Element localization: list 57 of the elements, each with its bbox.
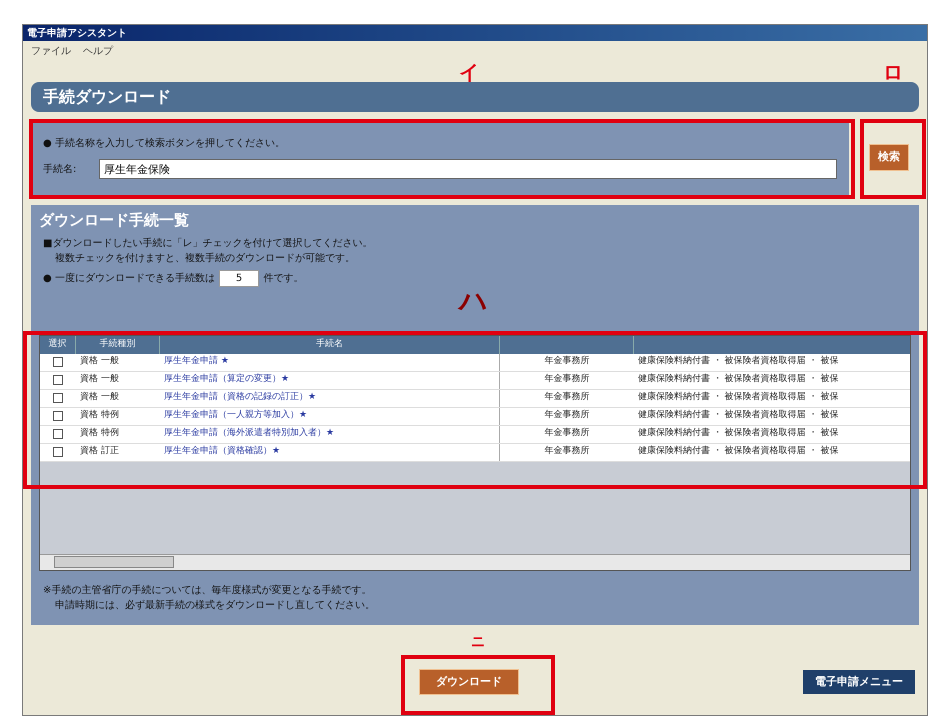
menu-button[interactable]: 電子申請メニュー xyxy=(803,670,915,694)
annotation-label: ロ xyxy=(883,62,903,82)
table-cell-text: 年金事務所 xyxy=(544,445,590,458)
checkbox[interactable] xyxy=(53,393,63,403)
column-header[interactable]: 選択 xyxy=(48,338,66,352)
checkbox[interactable] xyxy=(53,447,63,457)
table-cell: 健康保険料納付書 ・ 被保険者資格取得届 ・ 被保 xyxy=(638,410,838,420)
annotation-label: イ xyxy=(459,62,479,82)
checkbox[interactable] xyxy=(53,411,63,421)
checkbox[interactable] xyxy=(53,375,63,385)
footer-note: ※手続の主管省庁の手続については、毎年度様式が変更となる手続です。 xyxy=(43,584,372,598)
procedure-link[interactable]: 厚生年金申請（一人親方等加入）★ xyxy=(164,409,308,423)
column-header[interactable]: 手続名 xyxy=(316,338,343,352)
horizontal-scrollbar[interactable] xyxy=(40,554,910,570)
footer-note: 申請時期には、必ず最新手続の様式をダウンロードし直してください。 xyxy=(54,598,376,612)
limit-text: 件です。 xyxy=(263,272,304,286)
annotation-label: ハ xyxy=(459,287,488,315)
column-header[interactable]: 手続種別 xyxy=(100,338,136,352)
table-cell-text: 年金事務所 xyxy=(544,391,590,404)
limit-text: ● 一度にダウンロードできる手続数は xyxy=(43,272,215,286)
procedure-link[interactable]: 厚生年金申請（海外派遣者特別加入者）★ xyxy=(164,427,334,441)
download-button[interactable]: ダウンロード xyxy=(419,668,519,696)
table-cell-text: 年金事務所 xyxy=(544,427,590,440)
checkbox[interactable] xyxy=(53,429,63,439)
scroll-thumb[interactable] xyxy=(54,556,174,568)
procedure-link[interactable]: 厚生年金申請 ★ xyxy=(164,355,229,369)
menu-item[interactable]: ヘルプ xyxy=(83,44,113,58)
search-button[interactable]: 検索 xyxy=(869,144,909,171)
note-text: 複数チェックを付けますと、複数手続のダウンロードが可能です。 xyxy=(54,252,356,266)
section-title: ダウンロード手続一覧 xyxy=(39,210,190,231)
table-cell: 健康保険料納付書 ・ 被保険者資格取得届 ・ 被保 xyxy=(638,392,838,402)
field-label: 手続名: xyxy=(43,162,78,176)
table-cell: 健康保険料納付書 ・ 被保険者資格取得届 ・ 被保 xyxy=(638,374,838,384)
procedure-link[interactable]: 厚生年金申請（資格確認）★ xyxy=(164,445,280,459)
window-title: 電子申請アシスタント xyxy=(27,26,127,40)
checkbox[interactable] xyxy=(53,357,63,367)
table-cell: 資格 一般 xyxy=(80,392,119,402)
procedure-link[interactable]: 厚生年金申請（算定の変更）★ xyxy=(164,373,290,387)
limit-value: 5 xyxy=(218,270,260,286)
table-cell-text: 年金事務所 xyxy=(544,409,590,422)
table-cell: 健康保険料納付書 ・ 被保険者資格取得届 ・ 被保 xyxy=(638,428,838,438)
table-cell: 資格 訂正 xyxy=(80,446,119,456)
table-cell: 資格 特例 xyxy=(80,428,119,438)
table-cell: 健康保険料納付書 ・ 被保険者資格取得届 ・ 被保 xyxy=(638,356,838,366)
table-cell: 資格 特例 xyxy=(80,410,119,420)
note-text: ■ダウンロードしたい手続に「レ」チェックを付けて選択してください。 xyxy=(43,236,374,250)
annotation-label: ニ xyxy=(471,635,485,649)
table-cell-text: 年金事務所 xyxy=(544,373,590,386)
page-title: 手続ダウンロード xyxy=(43,86,171,108)
table-cell: 資格 一般 xyxy=(80,356,119,366)
search-field[interactable]: 厚生年金保険 xyxy=(99,159,837,179)
table-cell-text: 年金事務所 xyxy=(544,355,590,368)
instruction-text: ● 手続名称を入力して検索ボタンを押してください。 xyxy=(43,136,286,151)
table-cell: 資格 一般 xyxy=(80,374,119,384)
table-cell: 健康保険料納付書 ・ 被保険者資格取得届 ・ 被保 xyxy=(638,446,838,456)
menu-item[interactable]: ファイル xyxy=(31,44,71,58)
procedure-link[interactable]: 厚生年金申請（資格の記録の訂正）★ xyxy=(164,391,316,405)
